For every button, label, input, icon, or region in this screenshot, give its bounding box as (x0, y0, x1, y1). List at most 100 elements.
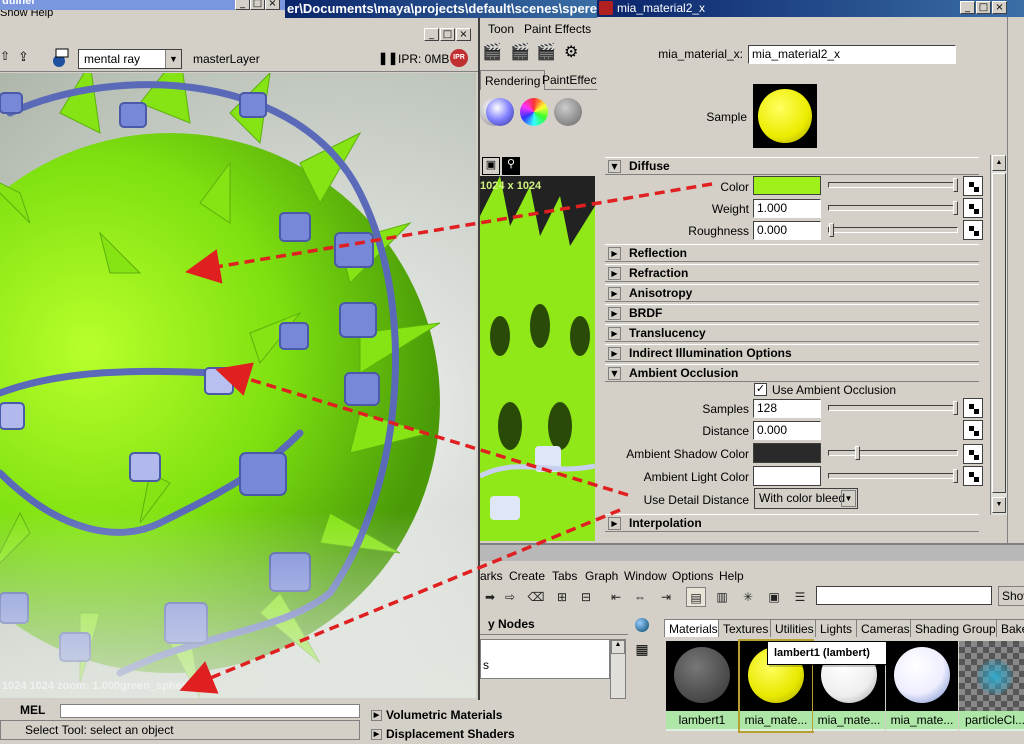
maximize-button[interactable]: □ (976, 1, 991, 14)
menu-create[interactable]: Create (509, 569, 545, 583)
section-diffuse[interactable]: ▼ Diffuse (605, 157, 979, 175)
scroll-down-icon[interactable]: ▼ (992, 497, 1006, 513)
material-swatch-lambert1[interactable]: lambert1 (666, 641, 738, 731)
diffuse-color-swatch[interactable] (753, 176, 821, 195)
diffuse-roughness-field[interactable]: 0.000 (753, 221, 821, 240)
section-brdf[interactable]: ▶ BRDF (605, 304, 979, 322)
graph-icon[interactable]: ⊞ (552, 587, 572, 607)
ao-light-color-slider[interactable] (828, 469, 958, 483)
ao-light-color-swatch[interactable] (753, 466, 821, 486)
tab-textures[interactable]: Textures (718, 619, 774, 637)
material-swatch-mia-blue-white[interactable]: mia_mate... (886, 641, 958, 731)
input-connections-icon[interactable]: ⇤ (606, 587, 626, 607)
mel-command-input[interactable] (60, 704, 360, 718)
map-button-icon[interactable] (963, 420, 983, 440)
node-category-volumetric[interactable]: ▶ Volumetric Materials (371, 708, 502, 722)
swatch-render-icon[interactable]: ▣ (764, 587, 784, 607)
section-anisotropy[interactable]: ▶ Anisotropy (605, 284, 979, 302)
close-button[interactable]: × (265, 0, 280, 10)
graph-network-icon[interactable]: ⊟ (576, 587, 596, 607)
use-ao-checkbox[interactable]: ✓ (754, 383, 767, 396)
sphere-toggle-icon[interactable] (632, 615, 652, 635)
tab-cameras[interactable]: Cameras (856, 619, 915, 637)
menu-window[interactable]: Window (624, 569, 667, 583)
tab-utilities[interactable]: Utilities (770, 619, 819, 637)
ao-samples-slider[interactable] (828, 401, 958, 415)
ao-shadow-color-slider[interactable] (828, 446, 958, 460)
diffuse-roughness-slider[interactable] (828, 223, 958, 237)
diffuse-weight-slider[interactable] (828, 201, 958, 215)
close-button[interactable]: × (456, 28, 471, 41)
show-button[interactable]: Show (998, 586, 1024, 606)
blinn-ball-icon[interactable] (486, 98, 514, 126)
close-button[interactable]: × (992, 1, 1007, 14)
minimize-button[interactable]: _ (960, 1, 975, 14)
section-indirect-illumination[interactable]: ▶ Indirect Illumination Options (605, 344, 979, 362)
clapper-batch-icon[interactable]: 🎬 (536, 42, 556, 62)
map-button-icon[interactable] (963, 398, 983, 418)
clapper-ipr-icon[interactable]: 🎬 (510, 42, 530, 62)
scroll-up-icon[interactable]: ▲ (992, 155, 1006, 171)
tree-scrollbar[interactable]: ▲ (610, 639, 626, 699)
renderer-dropdown[interactable]: mental ray ▼ (78, 49, 182, 69)
attribute-editor-scrollbar[interactable]: ▲ ▼ (990, 155, 1007, 515)
ramp-ball-icon[interactable] (520, 98, 548, 126)
map-button-icon[interactable] (963, 220, 983, 240)
render-icon[interactable]: ⇧ (0, 49, 14, 67)
use-detail-distance-dropdown[interactable]: With color bleed ▼ (754, 488, 858, 509)
tab-lights[interactable]: Lights (815, 619, 858, 637)
menu-toon[interactable]: Toon (488, 22, 514, 36)
diffuse-weight-field[interactable]: 1.000 (753, 199, 821, 218)
hypershade-search-input[interactable] (816, 586, 992, 605)
arrow-right-outline-icon[interactable]: ⇨ (500, 587, 520, 607)
ipr-icon[interactable]: IPR (450, 49, 468, 67)
section-reflection[interactable]: ▶ Reflection (605, 244, 979, 262)
tree-list[interactable]: s (480, 639, 610, 679)
section-translucency[interactable]: ▶ Translucency (605, 324, 979, 342)
grey-ball-icon[interactable] (554, 98, 582, 126)
frame-icon[interactable]: ▣ (482, 157, 500, 175)
menu-bookmarks[interactable]: arks (480, 569, 503, 583)
sparkle-icon[interactable]: ✳ (738, 587, 758, 607)
menu-graph[interactable]: Graph (585, 569, 618, 583)
map-button-icon[interactable] (963, 198, 983, 218)
ao-shadow-color-swatch[interactable] (753, 443, 821, 463)
diffuse-color-slider[interactable] (828, 178, 958, 192)
tab-shading-groups[interactable]: Shading Groups (910, 619, 1007, 637)
ao-distance-field[interactable]: 0.000 (753, 421, 821, 440)
tab-bake[interactable]: Bake (996, 619, 1024, 637)
snapshot-icon[interactable]: ⚲ (502, 157, 520, 175)
material-swatch-particlecloud[interactable]: particleCl... (959, 641, 1024, 731)
tab-rendering[interactable]: Rendering (480, 70, 546, 90)
map-button-icon[interactable] (963, 466, 983, 486)
scroll-thumb[interactable] (992, 173, 1006, 493)
minimize-button[interactable]: _ (235, 0, 250, 10)
tab-painteffects[interactable]: PaintEffect (538, 70, 604, 90)
scroll-up-icon[interactable]: ▲ (611, 640, 625, 654)
menu-help[interactable]: Help (719, 569, 744, 583)
pause-icon[interactable]: ❚❚ (378, 51, 398, 65)
arrow-right-icon[interactable]: ➡ (480, 587, 500, 607)
maximize-button[interactable]: □ (440, 28, 455, 41)
menu-tabs[interactable]: Tabs (552, 569, 577, 583)
tab-materials[interactable]: Materials (664, 619, 723, 637)
ao-samples-field[interactable]: 128 (753, 399, 821, 418)
section-ambient-occlusion[interactable]: ▼ Ambient Occlusion (605, 364, 979, 382)
grid-icon[interactable]: ▦ (632, 641, 652, 661)
output-connections-icon[interactable]: ⇥ (656, 587, 676, 607)
list-arrange-icon[interactable]: ☰ (790, 587, 810, 607)
section-interpolation[interactable]: ▶ Interpolation (605, 514, 979, 532)
map-button-icon[interactable] (963, 176, 983, 196)
map-button-icon[interactable] (963, 444, 983, 464)
clapper-icon[interactable]: 🎬 (482, 42, 502, 62)
sample-swatch[interactable] (753, 84, 817, 148)
in-out-connections-icon[interactable]: ⇔ (630, 587, 650, 607)
render-region-icon[interactable] (48, 48, 70, 68)
render-settings-icon[interactable]: ⚙ (564, 42, 578, 62)
section-refraction[interactable]: ▶ Refraction (605, 264, 979, 282)
minimize-button[interactable]: _ (424, 28, 439, 41)
node-category-displacement[interactable]: ▶ Displacement Shaders (371, 727, 515, 741)
layout-bottom-icon[interactable]: ▥ (712, 587, 732, 607)
menu-paint-effects[interactable]: Paint Effects (524, 22, 591, 36)
node-name-field[interactable]: mia_material2_x (748, 45, 956, 64)
